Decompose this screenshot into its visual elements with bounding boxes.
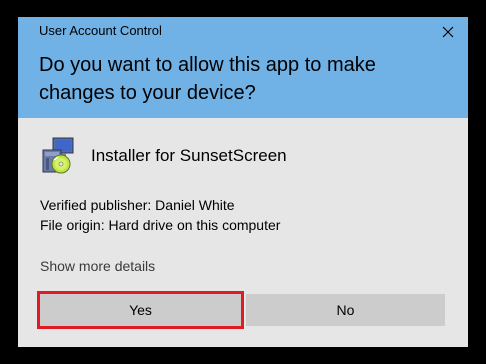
dialog-header: User Account Control Do you want to allo…	[18, 17, 468, 118]
no-button[interactable]: No	[246, 294, 445, 326]
installer-package-icon	[39, 136, 79, 176]
file-origin: File origin: Hard drive on this computer	[40, 217, 281, 233]
app-name: Installer for SunsetScreen	[91, 146, 287, 165]
close-button[interactable]	[436, 20, 460, 44]
uac-dialog: User Account Control Do you want to allo…	[18, 17, 468, 347]
verified-publisher: Verified publisher: Daniel White	[40, 197, 235, 213]
yes-button[interactable]: Yes	[37, 291, 244, 329]
close-icon	[442, 26, 454, 38]
prompt-question: Do you want to allow this app to make ch…	[39, 54, 376, 104]
window-title: User Account Control	[39, 23, 162, 38]
show-more-details-link[interactable]: Show more details	[40, 258, 155, 274]
